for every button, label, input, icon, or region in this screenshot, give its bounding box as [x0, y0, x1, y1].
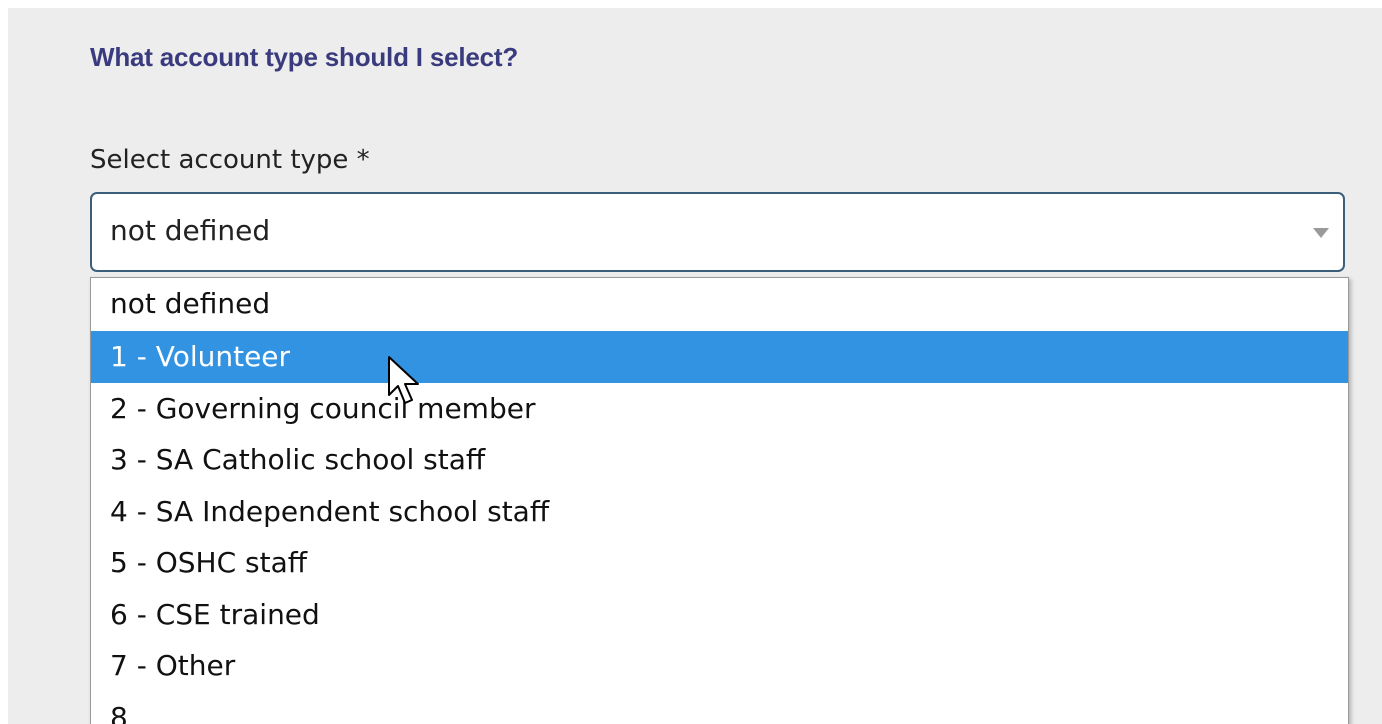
account-type-help-link[interactable]: What account type should I select?: [90, 42, 518, 73]
option-8[interactable]: 8: [91, 692, 1348, 724]
option-sa-catholic-school-staff[interactable]: 3 - SA Catholic school staff: [91, 434, 1348, 486]
chevron-down-icon: [1313, 228, 1329, 238]
account-type-options-list: not defined 1 - Volunteer 2 - Governing …: [90, 277, 1349, 724]
option-sa-independent-school-staff[interactable]: 4 - SA Independent school staff: [91, 486, 1348, 538]
option-cse-trained[interactable]: 6 - CSE trained: [91, 589, 1348, 641]
page-background: What account type should I select? Selec…: [8, 8, 1382, 724]
account-type-select[interactable]: not defined: [90, 192, 1345, 272]
option-governing-council-member[interactable]: 2 - Governing council member: [91, 383, 1348, 435]
option-other[interactable]: 7 - Other: [91, 640, 1348, 692]
option-volunteer[interactable]: 1 - Volunteer: [91, 331, 1348, 383]
option-not-defined[interactable]: not defined: [91, 278, 1348, 331]
option-oshc-staff[interactable]: 5 - OSHC staff: [91, 537, 1348, 589]
account-type-select-value: not defined: [110, 214, 271, 247]
account-type-label: Select account type *: [90, 145, 370, 175]
